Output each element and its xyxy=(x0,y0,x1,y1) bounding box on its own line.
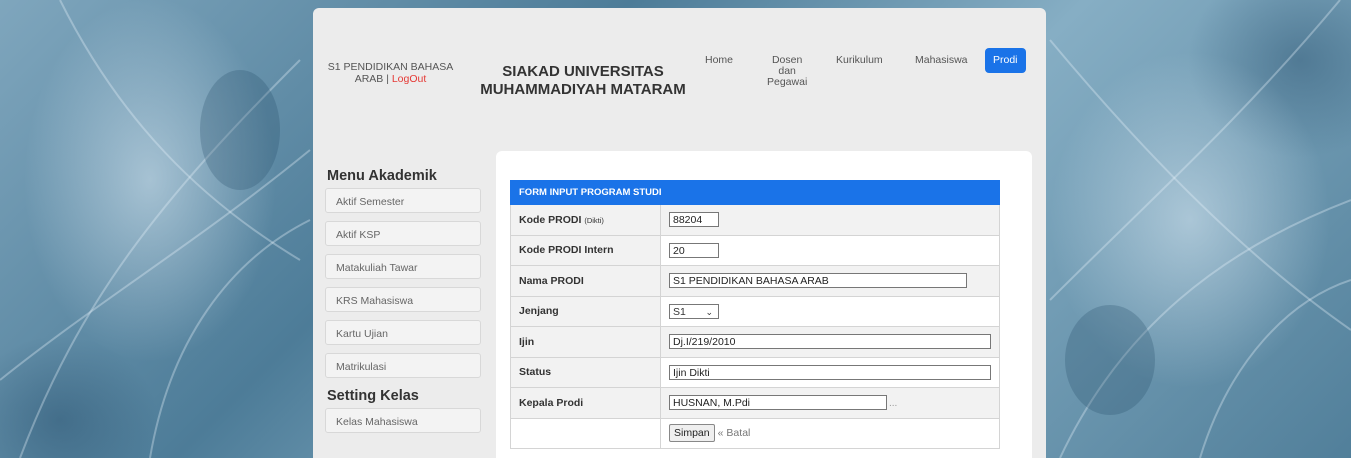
ijin-input[interactable]: Dj.I/219/2010 xyxy=(669,334,991,350)
form-title: FORM INPUT PROGRAM STUDI xyxy=(510,180,1000,205)
kepala-prodi-label: Kepala Prodi xyxy=(510,387,661,419)
ijin-label: Ijin xyxy=(510,326,661,358)
setting-kelas-title: Setting Kelas xyxy=(327,388,419,404)
nav-kurikulum-label: Kurikulum xyxy=(836,54,883,66)
chevron-down-icon: ⌄ xyxy=(705,306,713,317)
sidebar-item-aktif-ksp[interactable]: Aktif KSP xyxy=(325,221,481,246)
jenjang-select-value: S1 xyxy=(673,305,686,318)
sidebar: Menu Akademik Aktif Semester Aktif KSP M… xyxy=(325,168,495,441)
nav-prodi[interactable]: Prodi xyxy=(985,48,1026,73)
sidebar-item-krs-mahasiswa[interactable]: KRS Mahasiswa xyxy=(325,287,481,312)
status-input[interactable]: Ijin Dikti xyxy=(669,364,991,380)
kode-intern-input[interactable]: 20 xyxy=(669,242,719,258)
jenjang-label: Jenjang xyxy=(510,295,661,327)
sidebar-item-aktif-semester[interactable]: Aktif Semester xyxy=(325,188,481,213)
nav-dosen-pegawai[interactable]: Dosen dan Pegawai xyxy=(761,48,813,95)
kepala-prodi-lookup[interactable]: ... xyxy=(889,398,897,409)
kode-prodi-label: Kode PRODI (Dikti) xyxy=(510,204,661,236)
nav-mahasiswa[interactable]: Mahasiswa xyxy=(909,48,974,73)
main-page: S1 PENDIDIKAN BAHASA ARAB | LogOut SIAKA… xyxy=(313,8,1046,458)
batal-link[interactable]: « Batal xyxy=(718,427,751,439)
content-panel: FORM INPUT PROGRAM STUDI Kode PRODI (Dik… xyxy=(496,151,1032,458)
kode-prodi-label-sub: (Dikti) xyxy=(584,215,604,225)
nav-mahasiswa-label: Mahasiswa xyxy=(915,54,968,66)
header: S1 PENDIDIKAN BAHASA ARAB | LogOut SIAKA… xyxy=(313,8,1046,158)
nav-dosen-label-3: Pegawai xyxy=(767,76,808,88)
menu-akademik-title: Menu Akademik xyxy=(327,168,437,184)
status-label: Status xyxy=(510,356,661,388)
nav-home[interactable]: Home xyxy=(699,48,739,73)
kode-prodi-label-text: Kode PRODI xyxy=(519,213,585,226)
nav-kurikulum[interactable]: Kurikulum xyxy=(830,48,889,73)
top-nav: Home Dosen dan Pegawai Kurikulum Mahasis… xyxy=(313,48,1046,88)
nav-prodi-label: Prodi xyxy=(993,54,1018,66)
kode-intern-label: Kode PRODI Intern xyxy=(510,234,661,266)
jenjang-select[interactable]: S1 ⌄ xyxy=(669,303,719,319)
nama-prodi-label: Nama PRODI xyxy=(510,265,661,297)
nav-home-label: Home xyxy=(705,54,734,66)
kode-prodi-input[interactable]: 88204 xyxy=(669,212,719,228)
prodi-form: FORM INPUT PROGRAM STUDI Kode PRODI (Dik… xyxy=(510,180,1000,449)
sidebar-item-kelas-mahasiswa[interactable]: Kelas Mahasiswa xyxy=(325,408,481,433)
sidebar-item-matakuliah-tawar[interactable]: Matakuliah Tawar xyxy=(325,254,481,279)
nama-prodi-input[interactable]: S1 PENDIDIKAN BAHASA ARAB xyxy=(669,273,967,289)
sidebar-item-kartu-ujian[interactable]: Kartu Ujian xyxy=(325,320,481,345)
kepala-prodi-input[interactable]: HUSNAN, M.Pdi xyxy=(669,395,887,411)
simpan-button[interactable]: Simpan xyxy=(669,424,715,443)
sidebar-item-matrikulasi[interactable]: Matrikulasi xyxy=(325,353,481,378)
empty-cell xyxy=(510,417,661,449)
